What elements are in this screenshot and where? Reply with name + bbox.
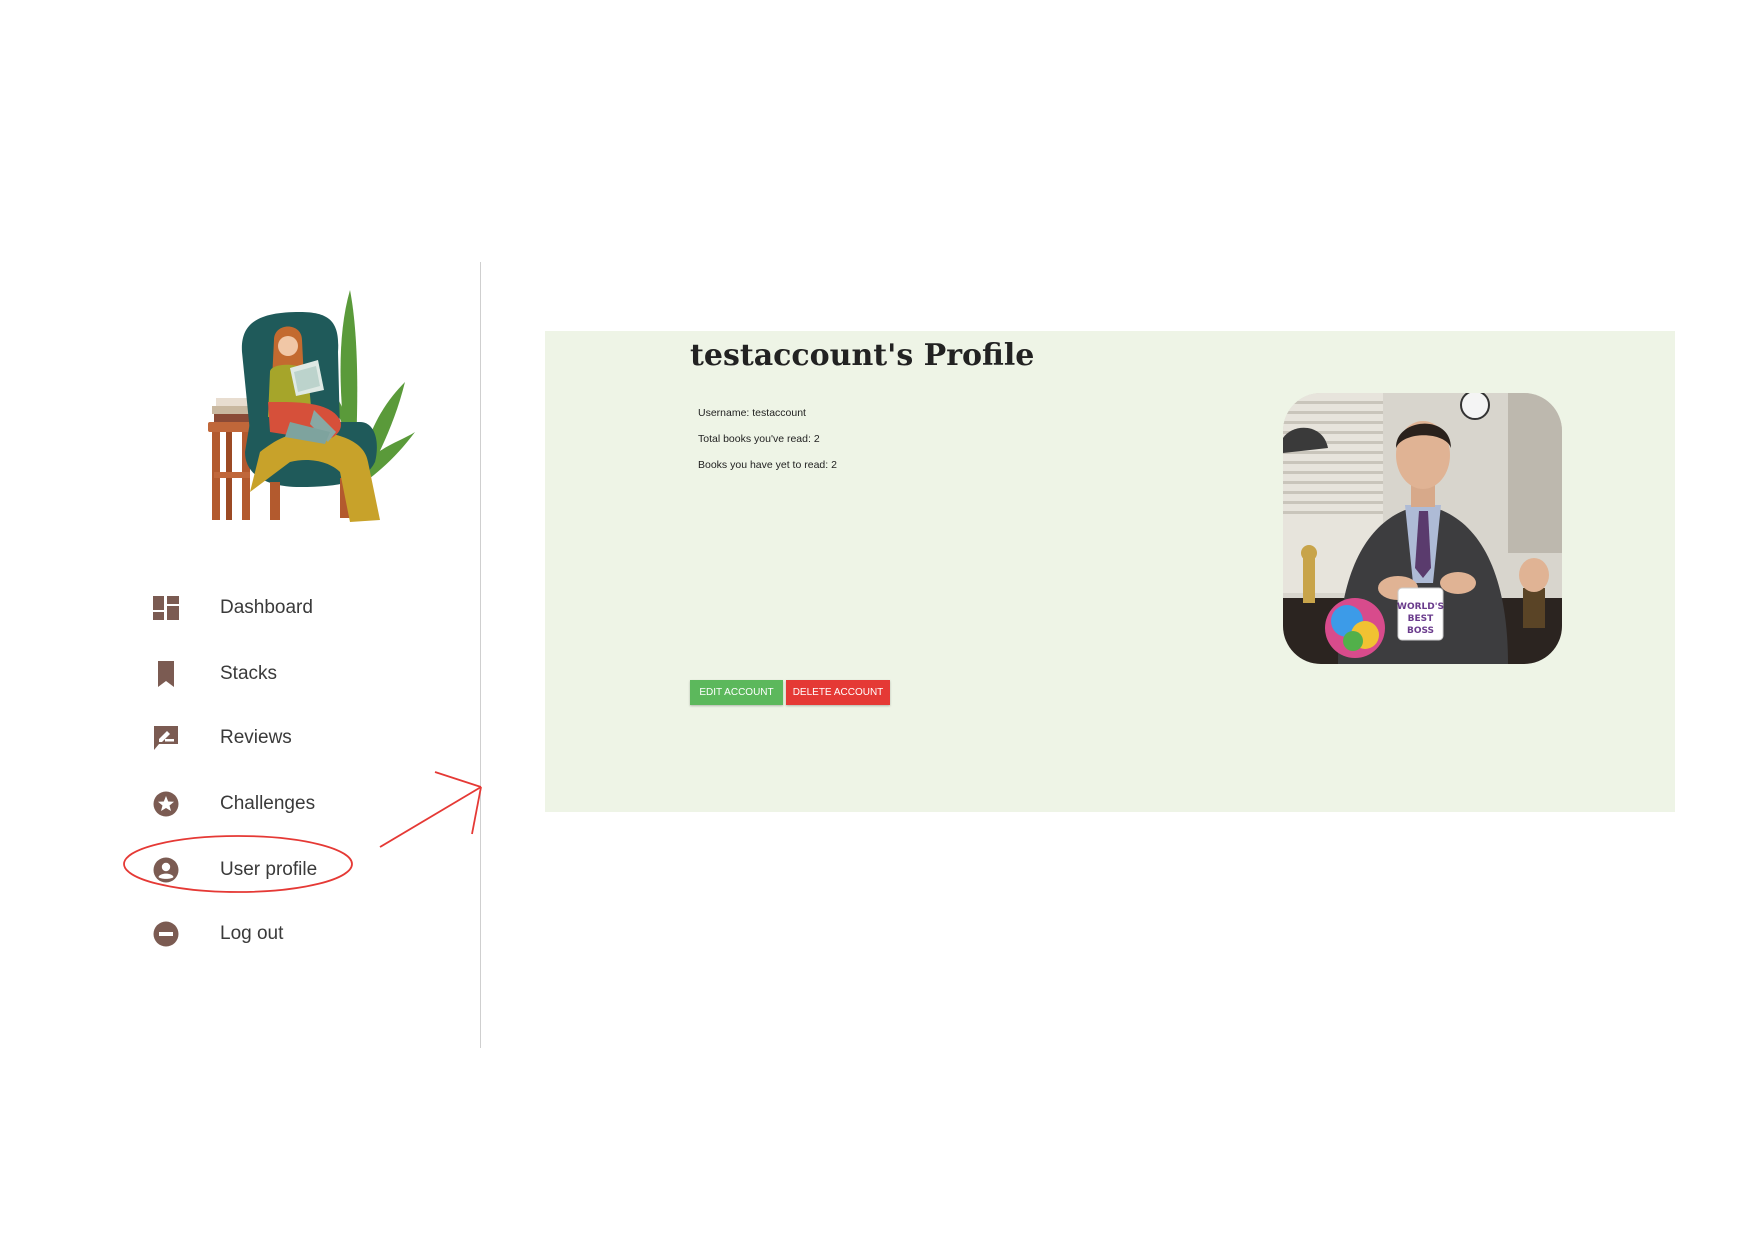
mug-text-line: BOSS: [1407, 626, 1434, 636]
sidebar-item-label: Challenges: [220, 793, 316, 814]
sidebar-item-challenges[interactable]: Challenges: [150, 784, 315, 824]
sidebar-item-label: Dashboard: [220, 597, 313, 618]
sidebar-divider: [480, 262, 481, 1048]
sidebar-item-label: User profile: [220, 859, 318, 880]
dashboard-icon: [152, 594, 180, 622]
reading-woman-logo: [208, 290, 415, 522]
bookmark-icon: [152, 660, 180, 688]
delete-account-button[interactable]: DELETE ACCOUNT: [786, 680, 890, 705]
sidebar-item-label: Log out: [220, 923, 284, 944]
sidebar-item-label: Stacks: [220, 663, 278, 684]
username-text: Username: testaccount: [698, 407, 806, 419]
star-circle-icon: [152, 790, 180, 818]
sidebar-item-label: Reviews: [220, 727, 292, 748]
sidebar-item-dashboard[interactable]: Dashboard: [150, 588, 313, 628]
sidebar-item-stacks[interactable]: Stacks: [150, 654, 277, 694]
mug-text-line: WORLD'S: [1397, 602, 1444, 612]
sidebar-item-log-out[interactable]: Log out: [150, 914, 283, 954]
rate-review-icon: [152, 724, 180, 752]
account-circle-icon: [152, 856, 180, 884]
annotation-arrow: [379, 771, 482, 848]
profile-photo: WORLD'S BEST BOSS: [1283, 393, 1562, 664]
sidebar-item-user-profile[interactable]: User profile: [150, 850, 317, 890]
mug-text-line: BEST: [1408, 614, 1434, 624]
books-yet-to-read-text: Books you have yet to read: 2: [698, 459, 837, 471]
minus-circle-icon: [152, 920, 180, 948]
edit-account-button[interactable]: EDIT ACCOUNT: [690, 680, 783, 705]
sidebar-item-reviews[interactable]: Reviews: [150, 718, 292, 758]
total-books-read-text: Total books you've read: 2: [698, 433, 820, 445]
page-title: testaccount's Profile: [690, 338, 1035, 373]
